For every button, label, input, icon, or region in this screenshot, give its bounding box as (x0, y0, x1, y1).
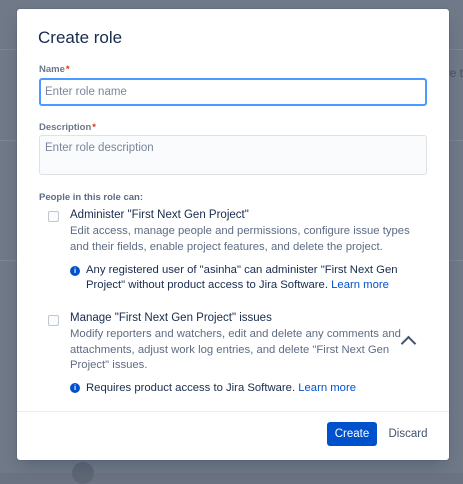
discard-button[interactable]: Discard (383, 422, 433, 446)
administer-checkbox[interactable] (48, 211, 59, 222)
name-label-text: Name (39, 64, 65, 75)
background-avatar (72, 462, 94, 484)
permission-title: Manage "First Next Gen Project" issues (70, 312, 272, 324)
permission-info: Requires product access to Jira Software… (86, 381, 431, 396)
required-marker: * (92, 122, 96, 133)
dialog-title: Create role (38, 28, 123, 47)
learn-more-link[interactable]: Learn more (298, 382, 356, 394)
info-icon: i (70, 383, 80, 393)
manage-issues-checkbox[interactable] (48, 315, 59, 326)
permission-info: Any registered user of "asinha" can admi… (86, 263, 431, 293)
permission-title: Administer "First Next Gen Project" (70, 209, 249, 221)
description-label: Description* (39, 122, 96, 133)
role-name-input[interactable] (39, 78, 427, 106)
footer-divider (17, 411, 449, 412)
learn-more-link[interactable]: Learn more (331, 279, 389, 291)
required-marker: * (65, 64, 70, 75)
info-icon: i (70, 266, 80, 276)
permission-description: Edit access, manage people and permissio… (70, 225, 410, 253)
permission-info-text: Requires product access to Jira Software… (86, 382, 296, 394)
role-description-input[interactable] (39, 135, 427, 175)
description-label-text: Description (39, 122, 92, 133)
people-heading: People in this role can: (39, 192, 143, 203)
create-button[interactable]: Create (327, 422, 377, 446)
permission-description: Modify reporters and watchers, edit and … (70, 328, 401, 371)
create-role-dialog: Create role Name* Description* People in… (17, 9, 449, 460)
name-label: Name* (39, 64, 70, 75)
